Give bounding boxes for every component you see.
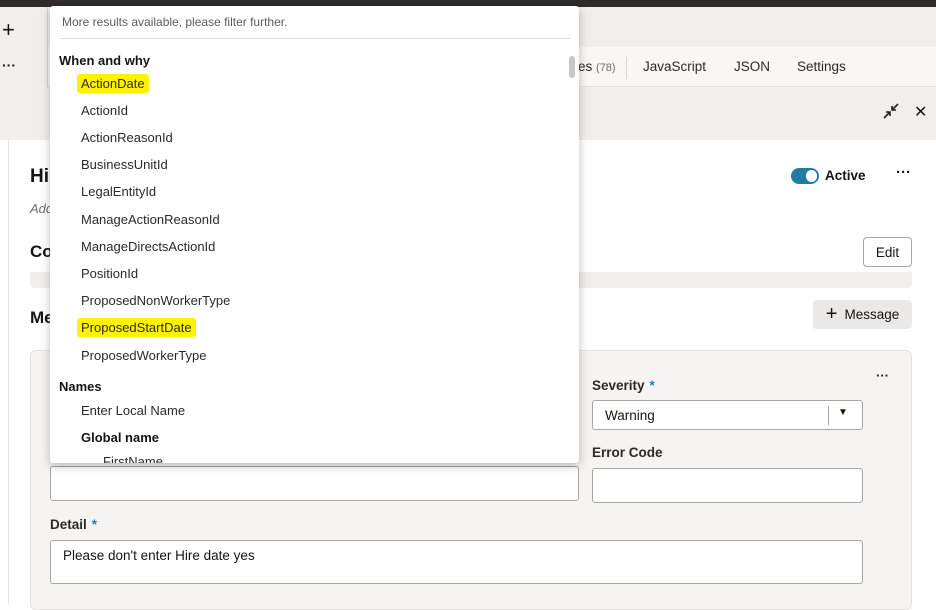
left-rail: + ··· [0, 7, 48, 87]
group-names: Names [59, 379, 102, 394]
active-toggle[interactable] [791, 168, 819, 184]
field-picker-dropdown: More results available, please filter fu… [50, 6, 579, 463]
detail-label-text: Detail [50, 517, 87, 532]
option-first-name[interactable]: FirstName [103, 454, 163, 463]
group-when-and-why: When and why [59, 53, 150, 68]
name-input[interactable] [50, 466, 579, 501]
option-manage-directs-action-id[interactable]: ManageDirectsActionId [81, 239, 215, 254]
more-icon[interactable]: ··· [2, 57, 16, 73]
chevron-down-icon[interactable]: ▼ [838, 407, 848, 418]
option-position-id[interactable]: PositionId [81, 266, 138, 281]
option-proposed-start-date[interactable]: ProposedStartDate [77, 318, 196, 337]
tab-divider [626, 57, 627, 79]
required-mark: * [91, 517, 98, 532]
option-business-unit-id[interactable]: BusinessUnitId [81, 157, 168, 172]
close-icon[interactable]: ✕ [914, 102, 927, 122]
tab-count: (78) [596, 62, 616, 74]
severity-label: Severity * [592, 378, 655, 393]
add-icon[interactable]: + [2, 17, 15, 43]
option-enter-local-name[interactable]: Enter Local Name [81, 403, 185, 418]
error-code-label: Error Code [592, 445, 663, 460]
error-code-input[interactable] [592, 468, 863, 503]
option-proposed-worker-type[interactable]: ProposedWorkerType [81, 348, 207, 363]
option-label: ActionDate [77, 74, 149, 93]
plus-icon: + [825, 303, 838, 325]
rule-title: Hi [30, 166, 49, 187]
detail-textarea[interactable]: Please don't enter Hire date yes [50, 540, 863, 584]
option-proposed-non-worker-type[interactable]: ProposedNonWorkerType [81, 293, 230, 308]
option-action-date[interactable]: ActionDate [77, 74, 149, 93]
more-results-note: More results available, please filter fu… [62, 15, 288, 29]
option-action-reason-id[interactable]: ActionReasonId [81, 130, 173, 145]
option-manage-action-reason-id[interactable]: ManageActionReasonId [81, 212, 220, 227]
option-action-id[interactable]: ActionId [81, 103, 128, 118]
select-divider [828, 406, 829, 425]
severity-label-text: Severity [592, 378, 645, 393]
tab-variables[interactable]: es (78) [578, 59, 616, 74]
add-message-button[interactable]: + Message [813, 300, 912, 329]
detail-value: Please don't enter Hire date yes [63, 548, 255, 563]
message-more-icon[interactable]: ··· [876, 368, 889, 383]
rule-more-icon[interactable]: ··· [896, 164, 911, 181]
severity-value: Warning [605, 408, 655, 423]
option-legal-entity-id[interactable]: LegalEntityId [81, 184, 156, 199]
option-label: ProposedStartDate [77, 318, 196, 337]
tab-settings[interactable]: Settings [797, 59, 846, 74]
tab-json[interactable]: JSON [734, 59, 770, 74]
collapse-icon[interactable] [882, 102, 900, 120]
tab-label: es [578, 59, 593, 74]
active-label: Active [825, 168, 866, 183]
dropdown-scrollbar[interactable] [569, 42, 575, 456]
tab-javascript[interactable]: JavaScript [643, 59, 706, 74]
subgroup-global-name: Global name [81, 430, 160, 445]
edit-button[interactable]: Edit [863, 237, 912, 267]
add-message-label: Message [844, 307, 900, 322]
detail-label: Detail * [50, 517, 97, 532]
divider [60, 38, 570, 39]
required-mark: * [649, 378, 655, 393]
severity-select[interactable]: Warning ▼ [592, 400, 863, 430]
scrollbar-thumb[interactable] [569, 56, 575, 78]
